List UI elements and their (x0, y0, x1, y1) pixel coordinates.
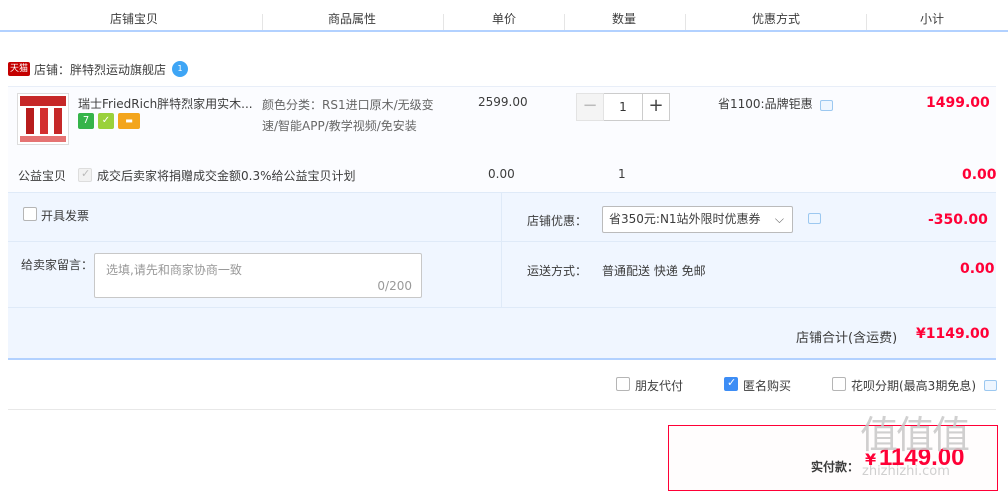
charity-label: 公益宝贝 (18, 169, 67, 183)
unit-price: 2599.00 (478, 95, 528, 109)
shop-name-link[interactable]: 胖特烈运动旗舰店 (70, 61, 166, 78)
message-label: 给卖家留言： (21, 258, 94, 272)
charity-price: 0.00 (488, 167, 515, 181)
shop-total-amount: ¥1149.00 (916, 326, 990, 342)
shop-info: 天猫 店铺： 胖特烈运动旗舰店 1 (8, 60, 189, 78)
col-header-promo: 优惠方式 (751, 12, 800, 26)
seller-message-input[interactable]: 选填,请先和商家协商一致 0/200 (94, 253, 422, 298)
qty-minus-button[interactable]: − (576, 93, 604, 121)
col-header-price: 单价 (491, 12, 516, 26)
chat-bubble-icon[interactable] (820, 100, 833, 111)
col-header-subtotal: 小计 (919, 12, 944, 26)
huabei-checkbox[interactable] (832, 377, 846, 391)
table-header: 店铺宝贝 商品属性 单价 数量 优惠方式 小计 (0, 0, 1008, 32)
panel-divider (501, 193, 502, 307)
shop-discount-label: 店铺优惠： (527, 214, 588, 228)
shop-discount-value: 省350元:N1站外限时优惠券 (609, 212, 761, 226)
message-counter: 0/200 (377, 279, 412, 293)
charity-subtotal: 0.00 (962, 167, 997, 183)
tmall-icon: 天猫 (8, 62, 31, 76)
shop-discount-select[interactable]: 省350元:N1站外限时优惠券 ⌵ (602, 206, 793, 233)
payment-label: 实付款： (811, 460, 860, 474)
col-header-attr: 商品属性 (327, 12, 376, 26)
column-divider (443, 14, 444, 30)
invoice-label[interactable]: 开具发票 (41, 207, 89, 224)
guarantee-icon: ✓ (98, 113, 114, 129)
credit-card-icon: ▬ (118, 113, 140, 129)
anonymous-label[interactable]: 匿名购买 (743, 377, 791, 394)
friend-pay-label[interactable]: 朋友代付 (635, 377, 683, 394)
product-attributes: 颜色分类：RS1进口原木/无级变速/智能APP/教学视频/免安装 (262, 98, 434, 133)
watermark-logo: 值值值 (860, 413, 970, 457)
shop-label: 店铺： (34, 62, 71, 77)
charity-checkbox (78, 167, 92, 182)
chat-bubble-icon[interactable] (808, 213, 821, 224)
seven-day-return-icon: 7 (78, 113, 94, 129)
col-header-qty: 数量 (611, 12, 636, 26)
panel-divider (8, 307, 996, 308)
shop-discount-amount: -350.00 (928, 212, 988, 228)
column-divider (866, 14, 867, 30)
anonymous-checkbox[interactable] (724, 376, 738, 391)
column-divider (564, 14, 565, 30)
column-divider (262, 14, 263, 30)
charity-qty: 1 (618, 167, 626, 181)
col-header-item: 店铺宝贝 (109, 12, 158, 26)
shop-total-label: 店铺合计(含运费) (796, 331, 898, 346)
promo-text: 省1100:品牌钜惠 (718, 97, 813, 111)
watermark-url: zhizhizhi.com (862, 464, 950, 479)
shipping-amount: 0.00 (960, 261, 995, 277)
qty-input[interactable]: 1 (604, 93, 642, 121)
qty-plus-button[interactable]: + (642, 93, 670, 121)
section-divider (8, 409, 996, 410)
chevron-down-icon: ⌵ (774, 212, 784, 226)
panel-bottom-border (8, 358, 996, 360)
invoice-checkbox[interactable] (23, 207, 37, 221)
quantity-stepper: − 1 + (576, 93, 670, 121)
product-thumbnail[interactable] (17, 93, 69, 145)
shipping-label: 运送方式： (527, 264, 588, 278)
panel-divider (502, 241, 996, 242)
huabei-label[interactable]: 花呗分期(最高3期免息) (851, 377, 976, 394)
product-title-link[interactable]: 瑞士FriedRich胖特烈家用实木... (78, 95, 254, 112)
panel-divider (8, 241, 501, 242)
wangwang-chat-icon[interactable]: 1 (172, 61, 189, 77)
chat-bubble-icon[interactable] (984, 380, 997, 391)
column-divider (685, 14, 686, 30)
message-placeholder: 选填,请先和商家协商一致 (106, 263, 242, 277)
charity-desc: 成交后卖家将捐赠成交金额0.3%给公益宝贝计划 (97, 169, 356, 183)
item-subtotal: 1499.00 (926, 95, 990, 111)
friend-pay-checkbox[interactable] (616, 377, 630, 391)
shipping-method: 普通配送 快递 免邮 (602, 264, 706, 278)
